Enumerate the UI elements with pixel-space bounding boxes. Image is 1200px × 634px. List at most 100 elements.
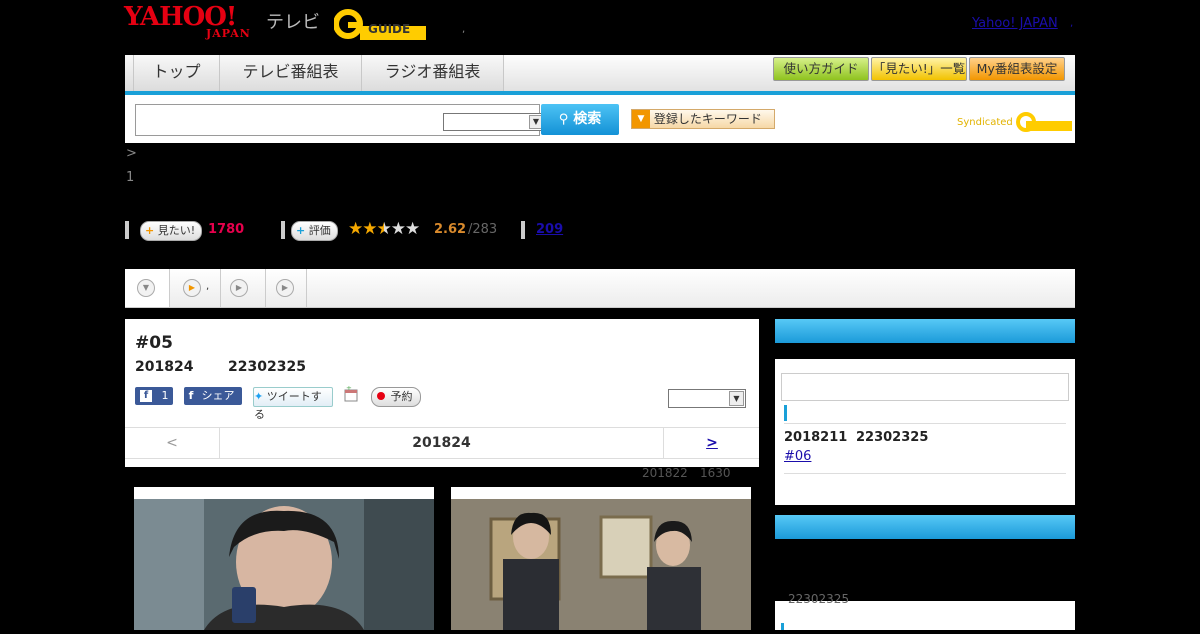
next-episode-date: 2018211 — [784, 430, 848, 445]
nav-tab-tv-schedule[interactable]: テレビ番組表 — [220, 55, 362, 91]
next-episode-time: 22302325 — [856, 430, 929, 445]
header-comma: , — [462, 24, 466, 35]
related-panel: 22302325 — [775, 515, 1075, 630]
pager-current: 201824 — [412, 435, 471, 451]
next-episode-link[interactable]: #06 — [784, 449, 811, 464]
yahoo-japan-link[interactable]: Yahoo! JAPAN — [972, 16, 1058, 31]
divider — [521, 221, 525, 239]
facebook-icon: f — [188, 389, 194, 402]
chevron-down-icon: ▼ — [729, 391, 744, 406]
like-count: 1 — [161, 389, 169, 402]
comment-count-link[interactable]: 209 — [536, 222, 563, 237]
episode-photo-2[interactable] — [451, 487, 751, 630]
plus-icon: + — [145, 224, 155, 237]
accent-bar — [784, 405, 787, 421]
rating-score: 2.62 — [434, 222, 467, 237]
divider — [784, 423, 1066, 424]
divider — [784, 473, 1066, 474]
usage-guide-button[interactable]: 使い方ガイド — [773, 57, 869, 81]
star-empty-icon: ★ — [405, 219, 420, 239]
tv-label[interactable]: テレビ — [266, 8, 320, 34]
panel-field — [781, 373, 1069, 401]
nav-tab-radio-schedule[interactable]: ラジオ番組表 — [362, 55, 504, 91]
syndicated-label: Syndicated — [957, 117, 1013, 128]
g-guide-logo[interactable]: GUIDE — [333, 8, 430, 40]
record-icon — [377, 392, 385, 400]
want-count: 1780 — [208, 222, 245, 237]
facebook-icon: f — [140, 390, 152, 402]
panel-subheader — [775, 343, 1075, 359]
episode-pager: < 201824 > — [125, 427, 759, 459]
search-button[interactable]: ⚲ 検索 — [541, 104, 619, 135]
reserve-button[interactable]: 予約 — [371, 387, 421, 407]
want-button[interactable]: + 見たい! — [140, 221, 203, 241]
breadcrumb-arrow: > — [126, 146, 137, 161]
panel-header — [775, 515, 1075, 539]
svg-text:+: + — [346, 386, 352, 392]
tweet-button[interactable]: ✦ ツイートする — [253, 387, 333, 421]
search-input[interactable]: ▼ — [135, 104, 545, 136]
tab-overview[interactable]: ▼ — [125, 269, 170, 307]
my-schedule-button[interactable]: My番組表設定 — [969, 57, 1065, 81]
star-icon: ★ — [362, 219, 377, 239]
episode-select[interactable]: ▼ — [668, 389, 746, 408]
header: YAHOO! JAPAN テレビ GUIDE , Yahoo! JAPAN , — [0, 0, 1200, 52]
search-icon: ⚲ — [558, 112, 569, 127]
syndicated-g-guide-logo: Syndicated — [957, 111, 1072, 133]
nav-tab-top[interactable]: トップ — [134, 55, 220, 91]
tab-2[interactable]: ▶ , — [170, 269, 221, 307]
related-time: 22302325 — [788, 592, 850, 606]
episode-time: 22302325 — [228, 359, 306, 375]
tab-4[interactable]: ▶ — [266, 269, 307, 307]
reserve-label: 予約 — [390, 390, 413, 403]
page-number: 1 — [126, 170, 135, 185]
calendar-add-icon[interactable]: + — [344, 384, 358, 402]
play-icon: ▶ — [183, 279, 201, 297]
play-icon: ▶ — [276, 279, 294, 297]
divider — [281, 221, 285, 239]
pager-prev[interactable]: < — [125, 428, 220, 458]
registered-keywords-label: 登録したキーワード — [653, 112, 762, 126]
search-bar: ▼ ⚲ 検索 ▼ 登録したキーワード Syndicated — [125, 95, 1075, 143]
star-rating: ★★★★★ — [348, 219, 420, 239]
star-icon: ★ — [348, 219, 363, 239]
update-date: 201822 — [642, 466, 688, 480]
evaluate-button[interactable]: + 評価 — [291, 221, 338, 241]
accent-bar — [781, 623, 784, 630]
want-button-label: 見たい! — [157, 224, 196, 237]
registered-keywords-button[interactable]: ▼ 登録したキーワード — [631, 109, 775, 129]
facebook-share-button[interactable]: f シェア — [184, 387, 242, 405]
episode-panel: #05 201824 22302325 f 1 f シェア ✦ ツイートする +… — [125, 319, 759, 467]
rating-review-count: /283 — [468, 222, 498, 237]
search-category-select[interactable]: ▼ — [443, 113, 545, 131]
program-tabs: ▼ ▶ , ▶ ▶ — [125, 269, 1075, 308]
search-button-label: 検索 — [573, 111, 602, 127]
pager-next[interactable]: > — [663, 428, 760, 458]
tab-3[interactable]: ▶ — [221, 269, 266, 307]
japan-logo-text: JAPAN — [206, 27, 251, 40]
plus-icon: + — [296, 224, 306, 237]
header-link-comma: , — [1070, 18, 1074, 29]
divider — [125, 221, 129, 239]
next-episode-panel: 2018211 22302325 #06 — [775, 319, 1075, 505]
want-list-button[interactable]: 「見たい!」一覧 — [871, 57, 967, 81]
episode-date: 201824 — [135, 359, 194, 375]
chevron-down-icon: ▼ — [137, 279, 155, 297]
episode-title: #05 — [135, 333, 173, 353]
tab-2-label: , — [206, 281, 210, 292]
play-icon: ▶ — [230, 279, 248, 297]
panel-header — [775, 319, 1075, 343]
tweet-label: ツイートする — [254, 390, 322, 421]
update-time: 1630 — [700, 466, 731, 480]
star-empty-icon: ★ — [390, 219, 406, 239]
guide-logo-text: GUIDE — [368, 22, 411, 36]
facebook-like-button[interactable]: f 1 — [135, 387, 173, 405]
twitter-bird-icon: ✦ — [254, 390, 264, 403]
nav-edge — [125, 55, 134, 91]
main-nav: トップ テレビ番組表 ラジオ番組表 使い方ガイド 「見たい!」一覧 My番組表設… — [125, 55, 1075, 95]
share-label: シェア — [201, 389, 235, 402]
dropdown-arrow-icon: ▼ — [632, 110, 650, 128]
star-half-icon: ★ — [376, 219, 392, 239]
evaluate-button-label: 評価 — [308, 224, 331, 237]
episode-photo-1[interactable] — [134, 487, 434, 630]
